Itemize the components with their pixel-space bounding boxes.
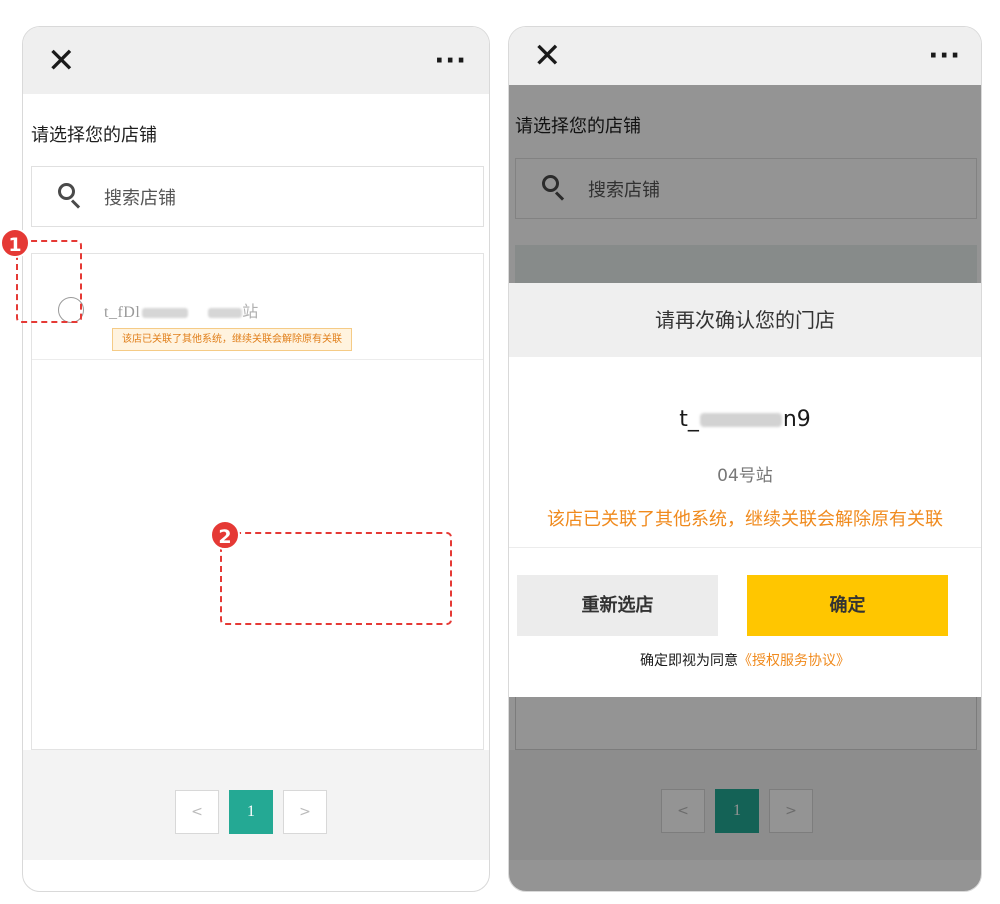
phone-screen-left: ✕ ··· 请选择您的店铺 搜索店铺 t_fDl 站 该店已关联了其他系统，继续关… [22,26,490,892]
dialog-warning: 该店已关联了其他系统，继续关联会解除原有关联 [547,509,943,530]
redacted-text [142,308,189,319]
phone-screen-right: ✕ ··· 请选择您的店铺 搜索店铺 < 1 > 请再次确认您的门店 t_ n9 … [508,26,982,892]
close-icon[interactable]: ✕ [47,44,76,78]
store-name-suffix: n9 [782,407,811,432]
redacted-text [699,413,782,427]
redacted-text [208,308,243,319]
dialog-store-subtitle: 04号站 [717,466,773,486]
confirm-dialog: 请再次确认您的门店 t_ n9 04号站 该店已关联了其他系统，继续关联会解除原有… [509,283,981,697]
store-name-prefix: t_ [679,407,699,432]
prev-page-button[interactable]: < [175,790,219,834]
close-icon[interactable]: ✕ [533,39,562,73]
annotation-badge-1: 1 [0,228,30,258]
divider [509,547,981,548]
search-placeholder: 搜索店铺 [104,188,176,209]
title-bar: ✕ ··· [509,27,981,85]
store-name-prefix: t_fDl [104,304,141,321]
title-bar: ✕ ··· [23,27,489,94]
list-item[interactable]: t_fDl 站 该店已关联了其他系统，继续关联会解除原有关联 [32,254,483,360]
page-number-button[interactable]: 1 [229,790,273,834]
agreement-link[interactable]: 《授权服务协议》 [738,653,850,669]
confirm-button[interactable]: 确定 [747,575,948,636]
more-icon[interactable]: ··· [434,46,467,76]
store-list: t_fDl 站 该店已关联了其他系统，继续关联会解除原有关联 [31,253,484,750]
search-icon [58,183,82,209]
annotation-highlight-2 [220,532,452,625]
next-page-button[interactable]: > [283,790,327,834]
dialog-title: 请再次确认您的门店 [509,283,981,357]
agreement-line: 确定即视为同意《授权服务协议》 [509,650,981,670]
store-name-suffix: 站 [242,304,259,321]
dialog-store-name: t_ n9 [509,407,981,432]
warning-tag: 该店已关联了其他系统，继续关联会解除原有关联 [112,328,352,351]
more-icon[interactable]: ··· [928,41,961,71]
page-title: 请选择您的店铺 [31,125,157,146]
pagination-area: < 1 > [23,750,489,860]
agreement-text: 确定即视为同意 [640,653,738,669]
search-input[interactable]: 搜索店铺 [31,166,484,227]
store-name: t_fDl 站 [104,298,259,322]
annotation-badge-2: 2 [210,520,240,550]
reselect-store-button[interactable]: 重新选店 [517,575,718,636]
